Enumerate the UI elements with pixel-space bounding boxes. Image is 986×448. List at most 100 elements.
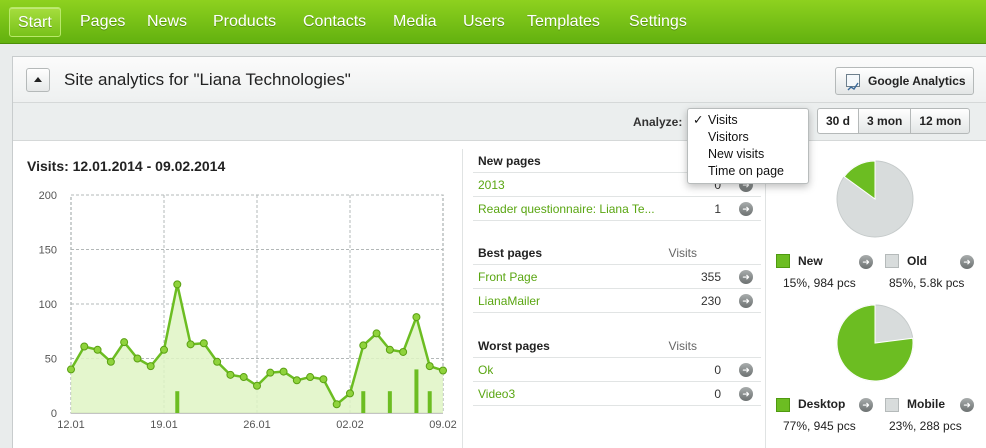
y-tick-label: 200: [39, 190, 57, 202]
nav-media[interactable]: Media: [385, 7, 445, 37]
nav-news[interactable]: News: [139, 7, 195, 37]
x-tick-label: 26.01: [243, 419, 271, 431]
panel-title: Site analytics for "Liana Technologies": [64, 70, 351, 89]
page-visits: 0: [714, 363, 721, 377]
page-link[interactable]: Ok: [478, 363, 493, 377]
google-analytics-button[interactable]: Google Analytics: [835, 67, 974, 95]
column-divider: [462, 149, 463, 448]
arrow-right-icon[interactable]: ➜: [739, 363, 753, 377]
dropdown-option-new-visits[interactable]: New visits: [688, 146, 808, 163]
arrow-right-icon[interactable]: ➜: [960, 255, 974, 269]
x-tick-label: 12.01: [57, 419, 85, 431]
desktop-legend-label: Desktop: [798, 397, 846, 411]
arrow-right-icon[interactable]: ➜: [739, 387, 753, 401]
arrow-right-icon[interactable]: ➜: [739, 202, 753, 216]
y-tick-label: 100: [39, 299, 57, 311]
nav-products[interactable]: Products: [205, 7, 284, 37]
data-point: [439, 366, 447, 375]
best-pages-table: Best pages Visits Front Page 355 ➜ Liana…: [473, 241, 761, 313]
data-point: [266, 368, 275, 377]
new-legend-swatch: [776, 254, 790, 268]
arrow-right-icon[interactable]: ➜: [960, 398, 974, 412]
x-tick-label: 02.02: [336, 419, 364, 431]
table-row[interactable]: Reader questionnaire: Liana Te... 1 ➜: [473, 197, 761, 221]
chart-icon: [846, 74, 860, 91]
data-point: [399, 347, 408, 356]
data-point: [186, 340, 195, 349]
range-3mon-button[interactable]: 3 mon: [858, 108, 912, 134]
mobile-legend-value: 23%, 288 pcs: [889, 419, 962, 433]
checkmark-icon: ✓: [693, 113, 704, 127]
old-legend-value: 85%, 5.8k pcs: [889, 276, 965, 290]
google-analytics-label: Google Analytics: [868, 74, 966, 88]
dropdown-option-visits[interactable]: ✓ Visits: [688, 112, 808, 129]
range-selector: 30 d 3 mon 12 mon: [817, 108, 971, 134]
new-vs-old-pie: [836, 160, 914, 238]
page-link[interactable]: Front Page: [478, 270, 537, 284]
data-point: [213, 357, 222, 366]
arrow-right-icon[interactable]: ➜: [739, 270, 753, 284]
data-point: [385, 345, 394, 354]
mobile-legend-label: Mobile: [907, 397, 945, 411]
data-point: [332, 400, 341, 409]
x-tick-label: 09.02: [429, 419, 457, 431]
dropdown-option-visitors[interactable]: Visitors: [688, 129, 808, 146]
table-row[interactable]: Video3 0 ➜: [473, 382, 761, 406]
analytics-toolbar: Analyze: 30 d 3 mon 12 mon: [13, 103, 986, 141]
arrow-right-icon[interactable]: ➜: [859, 398, 873, 412]
desktop-legend-swatch: [776, 398, 790, 412]
data-point: [199, 339, 208, 348]
page-link[interactable]: Reader questionnaire: Liana Te...: [478, 202, 655, 216]
data-point: [93, 345, 102, 354]
table-row[interactable]: LianaMailer 230 ➜: [473, 289, 761, 313]
table-row[interactable]: Front Page 355 ➜: [473, 265, 761, 289]
column-divider: [765, 149, 766, 448]
data-point: [412, 313, 421, 322]
page-link[interactable]: LianaMailer: [478, 294, 540, 308]
old-legend-swatch: [885, 254, 899, 268]
desktop-legend-value: 77%, 945 pcs: [783, 419, 856, 433]
y-tick-label: 150: [39, 245, 57, 257]
data-point: [292, 376, 301, 385]
page-visits: 1: [714, 202, 721, 216]
data-point: [279, 367, 288, 376]
data-point: [425, 362, 434, 371]
visits-line-chart: 0 50 100 150 200 12.01 19.01 26.01 02.02 09.02: [39, 190, 457, 431]
chart-title: Visits: 12.01.2014 - 09.02.2014: [27, 158, 226, 174]
new-legend-label: New: [798, 254, 823, 268]
nav-contacts[interactable]: Contacts: [295, 7, 374, 37]
page-link[interactable]: 2013: [478, 178, 505, 192]
nav-templates[interactable]: Templates: [519, 7, 608, 37]
dropdown-option-time-on-page[interactable]: Time on page: [688, 163, 808, 180]
old-legend-label: Old: [907, 254, 927, 268]
arrow-right-icon[interactable]: ➜: [739, 294, 753, 308]
data-point: [106, 357, 115, 366]
y-tick-label: 50: [45, 354, 57, 366]
collapse-button[interactable]: [26, 68, 50, 92]
page-visits: 355: [700, 270, 721, 284]
analyze-dropdown[interactable]: ✓ Visits Visitors New visits Time on pag…: [687, 108, 809, 184]
arrow-right-icon[interactable]: ➜: [859, 255, 873, 269]
nav-settings[interactable]: Settings: [621, 7, 695, 37]
nav-start[interactable]: Start: [9, 7, 61, 37]
collapse-up-icon: [34, 77, 42, 82]
data-point: [226, 370, 235, 379]
data-point: [67, 365, 75, 374]
bar: [361, 391, 366, 413]
data-point: [120, 338, 129, 347]
new-legend-value: 15%, 984 pcs: [783, 276, 856, 290]
desktop-vs-mobile-pie: [836, 304, 914, 382]
range-12mon-button[interactable]: 12 mon: [910, 108, 971, 134]
range-30d-button[interactable]: 30 d: [817, 108, 860, 134]
x-tick-label: 19.01: [150, 419, 178, 431]
top-nav: Start Pages News Products Contacts Media…: [0, 0, 986, 44]
data-point: [319, 375, 328, 384]
worst-pages-header: Worst pages Visits: [473, 334, 761, 358]
nav-pages[interactable]: Pages: [72, 7, 133, 37]
table-row[interactable]: Ok 0 ➜: [473, 358, 761, 382]
panel-header: Site analytics for "Liana Technologies" …: [13, 57, 986, 103]
data-point: [160, 345, 168, 354]
page-link[interactable]: Video3: [478, 387, 515, 401]
nav-users[interactable]: Users: [455, 7, 513, 37]
new-pages-heading: New pages: [478, 154, 541, 168]
